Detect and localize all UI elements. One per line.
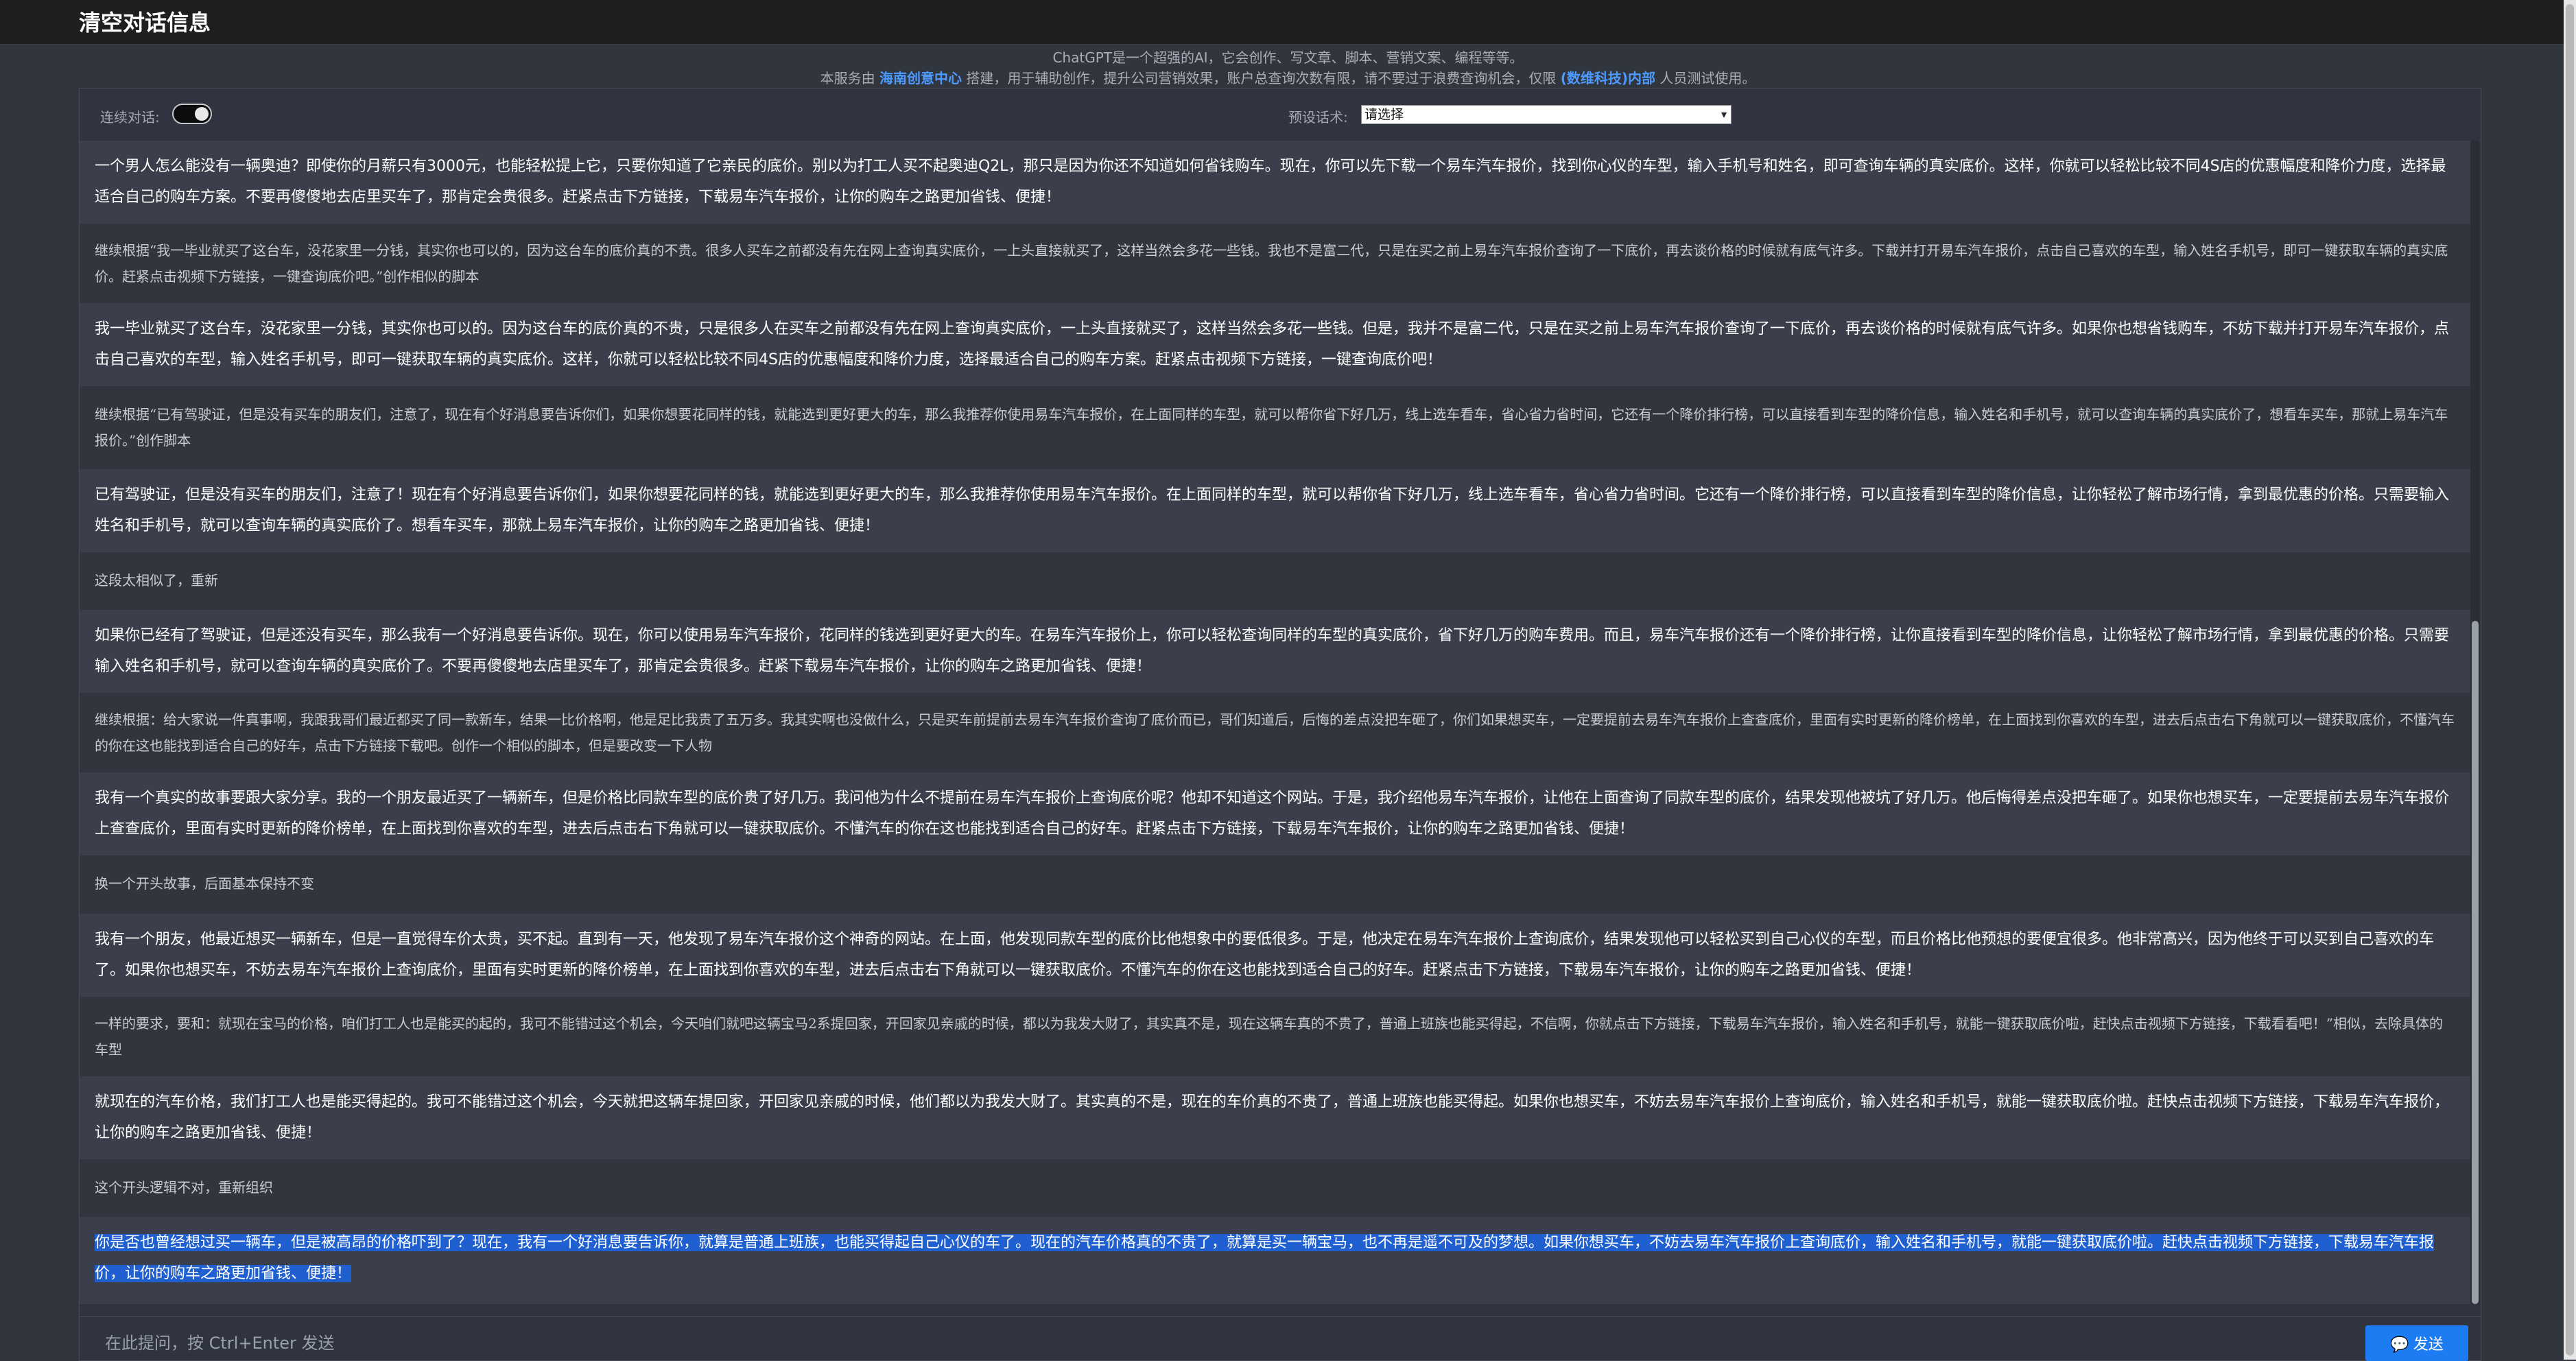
preset-select[interactable]: 请选择 ▾ [1361, 105, 1732, 124]
continuous-toggle[interactable] [172, 104, 212, 124]
selected-text: 你是否也曾经想过买一辆车，但是被高昂的价格吓到了？现在，我有一个好消息要告诉你，… [95, 1234, 2435, 1282]
question-input[interactable]: 在此提问，按 Ctrl+Enter 发送 [105, 1329, 335, 1353]
message-user: 继续根据：给大家说一件真事啊，我跟我哥们最近都买了同一款新车，结果一比价格啊，他… [80, 693, 2470, 772]
send-label: 发送 [2413, 1336, 2444, 1353]
options-bar: 连续对话: 预设话术: 请选择 ▾ [80, 88, 2481, 141]
service-notice-line2: 本服务由 海南创意中心 搭建，用于辅助创作，提升公司营销效果，账户总查询次数有限… [0, 67, 2576, 87]
preset-select-value: 请选择 [1364, 107, 1404, 122]
page-scrollbar[interactable] [2564, 0, 2576, 1360]
preset-label: 预设话术: [1288, 109, 1348, 126]
continuous-label: 连续对话: [100, 109, 160, 126]
message-assistant: 你是否也曾经想过买一辆车，但是被高昂的价格吓到了？现在，我有一个好消息要告诉你，… [80, 1217, 2470, 1304]
message-user: 继续根据“我一毕业就买了这台车，没花家里一分钱，其实你也可以的，因为这台车的底价… [80, 224, 2470, 303]
message-assistant: 就现在的汽车价格，我们打工人也是能买得起的。我可不能错过这个机会，今天就把这辆车… [80, 1076, 2470, 1159]
service-notice-line1: ChatGPT是一个超强的AI，它会创作、写文章、脚本、营销文案、编程等等。 [1052, 49, 1524, 66]
clear-conversation-button[interactable]: 清空对话信息 [79, 5, 211, 37]
notice-text: 搭建，用于辅助创作，提升公司营销效果，账户总查询次数有限，请不要过于浪费查询机会… [966, 70, 1557, 86]
chat-bubble-icon: 💬 [2390, 1336, 2409, 1353]
notice-text: 本服务由 [820, 70, 875, 86]
chevron-down-icon: ▾ [1721, 108, 1727, 121]
message-assistant: 我有一个真实的故事要跟大家分享。我的一个朋友最近买了一辆新车，但是价格比同款车型… [80, 772, 2470, 855]
message-user: 这段太相似了，重新 [80, 552, 2470, 610]
input-bar: 在此提问，按 Ctrl+Enter 发送 💬 发送 [80, 1316, 2481, 1361]
page-scrollbar-thumb[interactable] [2566, 4, 2574, 1356]
message-assistant: 我一毕业就买了这台车，没花家里一分钱，其实你也可以的。因为这台车的底价真的不贵，… [80, 303, 2470, 386]
creative-center-link[interactable]: 海南创意中心 [879, 70, 962, 86]
toggle-knob [195, 107, 209, 121]
top-bar: 清空对话信息 [0, 0, 2576, 45]
message-assistant: 已有驾驶证，但是没有买车的朋友们，注意了！现在有个好消息要告诉你们，如果你想要花… [80, 469, 2470, 552]
internal-link[interactable]: (数维科技)内部 [1561, 70, 1655, 86]
scrollbar-thumb[interactable] [2472, 621, 2479, 1304]
notice-text: 人员测试使用。 [1659, 70, 1756, 86]
message-list: 一个男人怎么能没有一辆奥迪？即使你的月薪只有3000元，也能轻松提上它，只要你知… [80, 141, 2470, 1304]
message-user: 这个开头逻辑不对，重新组织 [80, 1159, 2470, 1217]
message-assistant: 一个男人怎么能没有一辆奥迪？即使你的月薪只有3000元，也能轻松提上它，只要你知… [80, 141, 2470, 224]
message-user: 换一个开头故事，后面基本保持不变 [80, 855, 2470, 914]
message-assistant: 如果你已经有了驾驶证，但是还没有买车，那么我有一个好消息要告诉你。现在，你可以使… [80, 610, 2470, 693]
message-assistant: 我有一个朋友，他最近想买一辆新车，但是一直觉得车价太贵，买不起。直到有一天，他发… [80, 914, 2470, 997]
message-user: 一样的要求，要和：就现在宝马的价格，咱们打工人也是能买的起的，我可不能错过这个机… [80, 997, 2470, 1076]
message-user: 继续根据“已有驾驶证，但是没有买车的朋友们，注意了，现在有个好消息要告诉你们，如… [80, 386, 2470, 469]
send-button[interactable]: 💬 发送 [2365, 1325, 2468, 1361]
message-scrollbar[interactable] [2470, 141, 2480, 1304]
chat-panel: 连续对话: 预设话术: 请选择 ▾ 一个男人怎么能没有一辆奥迪？即使你的月薪只有… [79, 88, 2481, 1361]
